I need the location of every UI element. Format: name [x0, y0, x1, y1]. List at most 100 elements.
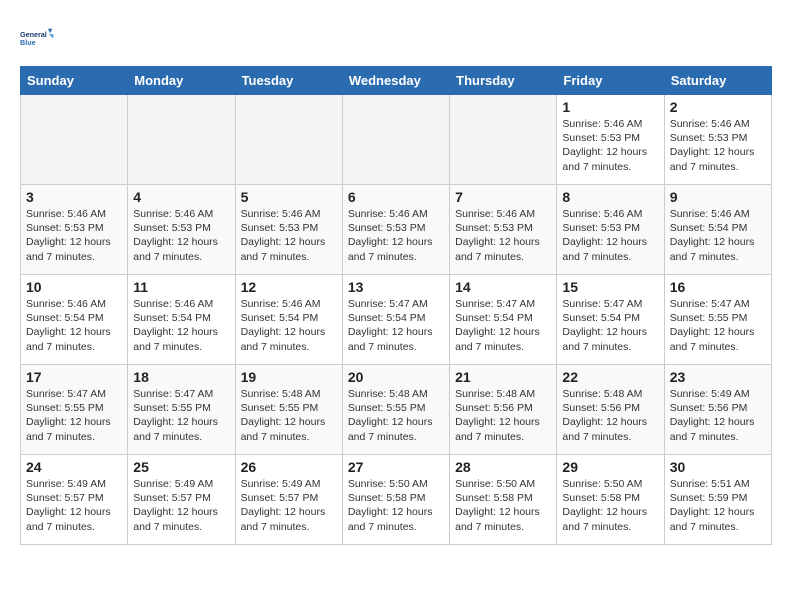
day-number: 13 — [348, 279, 444, 295]
calendar-day-cell: 16 Sunrise: 5:47 AMSunset: 5:55 PMDayligh… — [664, 275, 771, 365]
weekday-header: Thursday — [450, 67, 557, 95]
day-number: 4 — [133, 189, 229, 205]
day-number: 24 — [26, 459, 122, 475]
weekday-header: Wednesday — [342, 67, 449, 95]
day-number: 5 — [241, 189, 337, 205]
day-info: Sunrise: 5:48 AMSunset: 5:56 PMDaylight:… — [455, 387, 551, 444]
day-number: 3 — [26, 189, 122, 205]
day-number: 9 — [670, 189, 766, 205]
calendar-day-cell: 3 Sunrise: 5:46 AMSunset: 5:53 PMDaylight… — [21, 185, 128, 275]
calendar-day-cell: 2 Sunrise: 5:46 AMSunset: 5:53 PMDaylight… — [664, 95, 771, 185]
calendar-day-cell: 18 Sunrise: 5:47 AMSunset: 5:55 PMDayligh… — [128, 365, 235, 455]
day-info: Sunrise: 5:47 AMSunset: 5:54 PMDaylight:… — [455, 297, 551, 354]
day-info: Sunrise: 5:46 AMSunset: 5:54 PMDaylight:… — [26, 297, 122, 354]
day-info: Sunrise: 5:46 AMSunset: 5:53 PMDaylight:… — [670, 117, 766, 174]
day-number: 2 — [670, 99, 766, 115]
day-number: 25 — [133, 459, 229, 475]
day-info: Sunrise: 5:50 AMSunset: 5:58 PMDaylight:… — [348, 477, 444, 534]
day-number: 1 — [562, 99, 658, 115]
calendar-day-cell: 28 Sunrise: 5:50 AMSunset: 5:58 PMDayligh… — [450, 455, 557, 545]
day-info: Sunrise: 5:50 AMSunset: 5:58 PMDaylight:… — [562, 477, 658, 534]
day-number: 17 — [26, 369, 122, 385]
calendar-day-cell: 26 Sunrise: 5:49 AMSunset: 5:57 PMDayligh… — [235, 455, 342, 545]
logo-icon: GeneralBlue — [20, 20, 56, 56]
weekday-header: Tuesday — [235, 67, 342, 95]
day-info: Sunrise: 5:47 AMSunset: 5:55 PMDaylight:… — [133, 387, 229, 444]
day-info: Sunrise: 5:46 AMSunset: 5:53 PMDaylight:… — [455, 207, 551, 264]
calendar-day-cell: 23 Sunrise: 5:49 AMSunset: 5:56 PMDayligh… — [664, 365, 771, 455]
day-info: Sunrise: 5:47 AMSunset: 5:55 PMDaylight:… — [26, 387, 122, 444]
day-number: 22 — [562, 369, 658, 385]
day-info: Sunrise: 5:51 AMSunset: 5:59 PMDaylight:… — [670, 477, 766, 534]
calendar-header-row: SundayMondayTuesdayWednesdayThursdayFrid… — [21, 67, 772, 95]
day-number: 26 — [241, 459, 337, 475]
day-number: 21 — [455, 369, 551, 385]
day-info: Sunrise: 5:47 AMSunset: 5:54 PMDaylight:… — [562, 297, 658, 354]
page-header: GeneralBlue — [20, 20, 772, 56]
calendar-day-cell: 7 Sunrise: 5:46 AMSunset: 5:53 PMDaylight… — [450, 185, 557, 275]
calendar-day-cell — [450, 95, 557, 185]
calendar-day-cell: 8Sunrise: 5:46 AMSunset: 5:53 PMDaylight… — [557, 185, 664, 275]
day-number: 7 — [455, 189, 551, 205]
day-info: Sunrise: 5:47 AMSunset: 5:55 PMDaylight:… — [670, 297, 766, 354]
day-number: 8 — [562, 189, 658, 205]
day-number: 16 — [670, 279, 766, 295]
day-number: 6 — [348, 189, 444, 205]
day-number: 18 — [133, 369, 229, 385]
calendar-day-cell: 29 Sunrise: 5:50 AMSunset: 5:58 PMDayligh… — [557, 455, 664, 545]
day-info: Sunrise: 5:46 AMSunset: 5:53 PMDaylight:… — [348, 207, 444, 264]
day-info: Sunrise: 5:48 AMSunset: 5:56 PMDaylight:… — [562, 387, 658, 444]
day-number: 29 — [562, 459, 658, 475]
calendar-day-cell: 20 Sunrise: 5:48 AMSunset: 5:55 PMDayligh… — [342, 365, 449, 455]
day-number: 30 — [670, 459, 766, 475]
day-number: 20 — [348, 369, 444, 385]
day-number: 12 — [241, 279, 337, 295]
calendar-day-cell: 11Sunrise: 5:46 AMSunset: 5:54 PMDayligh… — [128, 275, 235, 365]
calendar-day-cell: 14 Sunrise: 5:47 AMSunset: 5:54 PMDayligh… — [450, 275, 557, 365]
calendar-day-cell: 6 Sunrise: 5:46 AMSunset: 5:53 PMDaylight… — [342, 185, 449, 275]
day-number: 14 — [455, 279, 551, 295]
calendar-day-cell: 25Sunrise: 5:49 AMSunset: 5:57 PMDayligh… — [128, 455, 235, 545]
calendar-week-row: 24 Sunrise: 5:49 AMSunset: 5:57 PMDayligh… — [21, 455, 772, 545]
day-info: Sunrise: 5:46 AMSunset: 5:53 PMDaylight:… — [562, 117, 658, 174]
weekday-header: Friday — [557, 67, 664, 95]
day-info: Sunrise: 5:48 AMSunset: 5:55 PMDaylight:… — [348, 387, 444, 444]
day-number: 23 — [670, 369, 766, 385]
day-number: 19 — [241, 369, 337, 385]
calendar-day-cell: 22 Sunrise: 5:48 AMSunset: 5:56 PMDayligh… — [557, 365, 664, 455]
calendar-week-row: 10 Sunrise: 5:46 AMSunset: 5:54 PMDayligh… — [21, 275, 772, 365]
day-info: Sunrise: 5:46 AMSunset: 5:53 PMDaylight:… — [133, 207, 229, 264]
day-number: 10 — [26, 279, 122, 295]
calendar-day-cell: 10 Sunrise: 5:46 AMSunset: 5:54 PMDayligh… — [21, 275, 128, 365]
calendar-day-cell — [21, 95, 128, 185]
day-info: Sunrise: 5:46 AMSunset: 5:53 PMDaylight:… — [26, 207, 122, 264]
calendar-day-cell — [235, 95, 342, 185]
day-info: Sunrise: 5:48 AMSunset: 5:55 PMDaylight:… — [241, 387, 337, 444]
weekday-header: Sunday — [21, 67, 128, 95]
calendar-day-cell: 13Sunrise: 5:47 AMSunset: 5:54 PMDayligh… — [342, 275, 449, 365]
day-info: Sunrise: 5:49 AMSunset: 5:56 PMDaylight:… — [670, 387, 766, 444]
day-info: Sunrise: 5:46 AMSunset: 5:54 PMDaylight:… — [133, 297, 229, 354]
day-info: Sunrise: 5:46 AMSunset: 5:54 PMDaylight:… — [670, 207, 766, 264]
calendar-day-cell: 17 Sunrise: 5:47 AMSunset: 5:55 PMDayligh… — [21, 365, 128, 455]
calendar-day-cell: 4 Sunrise: 5:46 AMSunset: 5:53 PMDaylight… — [128, 185, 235, 275]
calendar-day-cell: 15 Sunrise: 5:47 AMSunset: 5:54 PMDayligh… — [557, 275, 664, 365]
calendar-week-row: 3 Sunrise: 5:46 AMSunset: 5:53 PMDaylight… — [21, 185, 772, 275]
calendar-day-cell: 30 Sunrise: 5:51 AMSunset: 5:59 PMDayligh… — [664, 455, 771, 545]
calendar-day-cell: 19 Sunrise: 5:48 AMSunset: 5:55 PMDayligh… — [235, 365, 342, 455]
calendar-day-cell: 21 Sunrise: 5:48 AMSunset: 5:56 PMDayligh… — [450, 365, 557, 455]
calendar-day-cell — [342, 95, 449, 185]
day-info: Sunrise: 5:46 AMSunset: 5:54 PMDaylight:… — [241, 297, 337, 354]
weekday-header: Saturday — [664, 67, 771, 95]
calendar-day-cell: 5Sunrise: 5:46 AMSunset: 5:53 PMDaylight… — [235, 185, 342, 275]
svg-text:General: General — [20, 30, 47, 39]
logo: GeneralBlue — [20, 20, 56, 56]
calendar-day-cell: 24 Sunrise: 5:49 AMSunset: 5:57 PMDayligh… — [21, 455, 128, 545]
day-info: Sunrise: 5:49 AMSunset: 5:57 PMDaylight:… — [241, 477, 337, 534]
calendar-day-cell — [128, 95, 235, 185]
day-number: 15 — [562, 279, 658, 295]
day-number: 28 — [455, 459, 551, 475]
calendar-day-cell: 12 Sunrise: 5:46 AMSunset: 5:54 PMDayligh… — [235, 275, 342, 365]
day-info: Sunrise: 5:50 AMSunset: 5:58 PMDaylight:… — [455, 477, 551, 534]
day-info: Sunrise: 5:49 AMSunset: 5:57 PMDaylight:… — [26, 477, 122, 534]
